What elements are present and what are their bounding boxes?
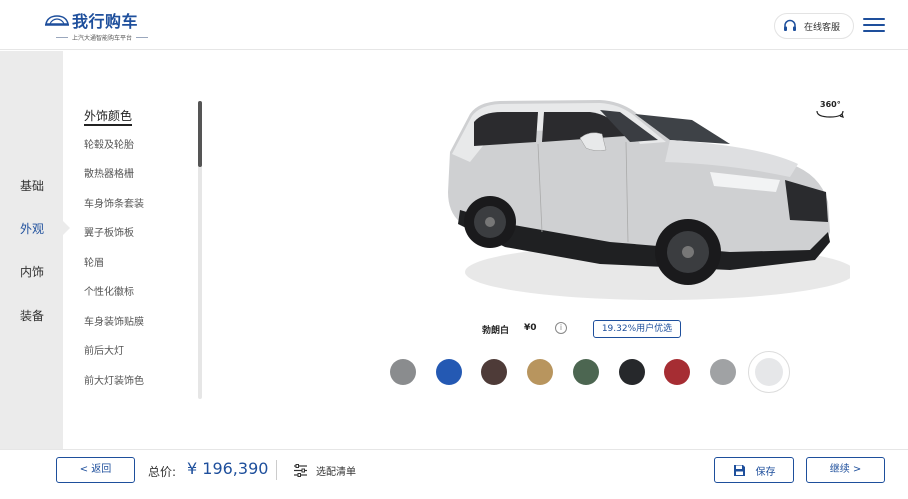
menu-bar	[863, 18, 885, 20]
selected-swatch-fill	[755, 358, 783, 386]
color-swatch-red[interactable]	[664, 359, 690, 385]
sub-item-headlights[interactable]: 前后大灯	[84, 345, 124, 359]
logo-divider	[136, 37, 148, 38]
color-swatch-black[interactable]	[619, 359, 645, 385]
save-button[interactable]: 保存	[714, 457, 794, 483]
menu-bar	[863, 24, 885, 26]
sub-item-body-trim[interactable]: 车身饰条套装	[84, 198, 144, 212]
logo-title: 我行购车	[72, 12, 139, 31]
continue-button[interactable]: 继续 >	[806, 457, 885, 483]
config-list-button[interactable]: 选配清单	[293, 462, 356, 478]
sub-item-exterior-color[interactable]: 外饰颜色	[84, 108, 133, 126]
online-service-label: 在线客服	[804, 22, 841, 33]
rotate-arrow-icon	[816, 110, 844, 118]
menu-bar	[863, 30, 885, 32]
sub-item-body-decal[interactable]: 车身装饰贴膜	[84, 316, 144, 330]
logo-divider	[55, 37, 68, 38]
color-swatch-white-selected[interactable]	[748, 351, 790, 393]
car-360-viewer[interactable]	[430, 92, 850, 312]
sub-item-headlight-trim[interactable]: 前大灯装饰色	[84, 375, 144, 389]
hamburger-menu-icon[interactable]	[863, 18, 885, 34]
color-swatch-gray[interactable]	[390, 359, 416, 385]
logo-car-icon	[45, 15, 69, 26]
category-interior[interactable]: 内饰	[0, 262, 63, 282]
selected-color-name: 勃朗白	[482, 326, 510, 336]
back-button[interactable]: < 返回	[56, 457, 135, 483]
logo[interactable]: 我行购车 上汽大通智能购车平台	[44, 10, 160, 42]
sub-item-grille[interactable]: 散热器格栅	[84, 168, 134, 182]
color-swatch-brown[interactable]	[481, 359, 507, 385]
sub-item-badge[interactable]: 个性化徽标	[84, 286, 134, 300]
sliders-icon	[294, 463, 307, 477]
selected-color-price: ¥0	[524, 323, 537, 333]
category-sidebar: 基础 外观 内饰 装备	[0, 51, 63, 449]
top-header: 我行购车 上汽大通智能购车平台 在线客服	[0, 0, 908, 50]
footer-divider	[276, 460, 277, 480]
sub-item-fender-trim[interactable]: 翼子板饰板	[84, 227, 134, 241]
color-swatch-gold[interactable]	[527, 359, 553, 385]
category-exterior[interactable]: 外观	[0, 219, 63, 239]
sub-item-wheel-arch[interactable]: 轮眉	[84, 257, 104, 271]
info-icon[interactable]: i	[555, 322, 567, 334]
category-equipment[interactable]: 装备	[0, 306, 63, 326]
rotate-360-icon[interactable]: 360°	[814, 100, 846, 120]
sublist-scrollbar[interactable]	[198, 101, 202, 399]
scrollbar-thumb[interactable]	[198, 101, 202, 167]
logo-subtitle: 上汽大通智能购车平台	[71, 35, 132, 42]
preference-badge: 19.32%用户优选	[593, 320, 681, 338]
color-swatch-blue[interactable]	[436, 359, 462, 385]
category-basic[interactable]: 基础	[0, 176, 63, 196]
total-price-value: ¥ 196,390	[187, 459, 269, 478]
color-swatch-silver[interactable]	[710, 359, 736, 385]
online-service-button[interactable]: 在线客服	[774, 13, 854, 39]
config-list-label: 选配清单	[316, 466, 356, 478]
sub-item-wheels[interactable]: 轮毂及轮胎	[84, 139, 134, 153]
save-label: 保存	[755, 466, 776, 478]
color-swatch-green[interactable]	[573, 359, 599, 385]
headset-icon	[784, 19, 796, 31]
total-price-label: 总价:	[148, 465, 177, 479]
active-category-pointer	[63, 221, 70, 235]
save-icon	[733, 464, 745, 476]
